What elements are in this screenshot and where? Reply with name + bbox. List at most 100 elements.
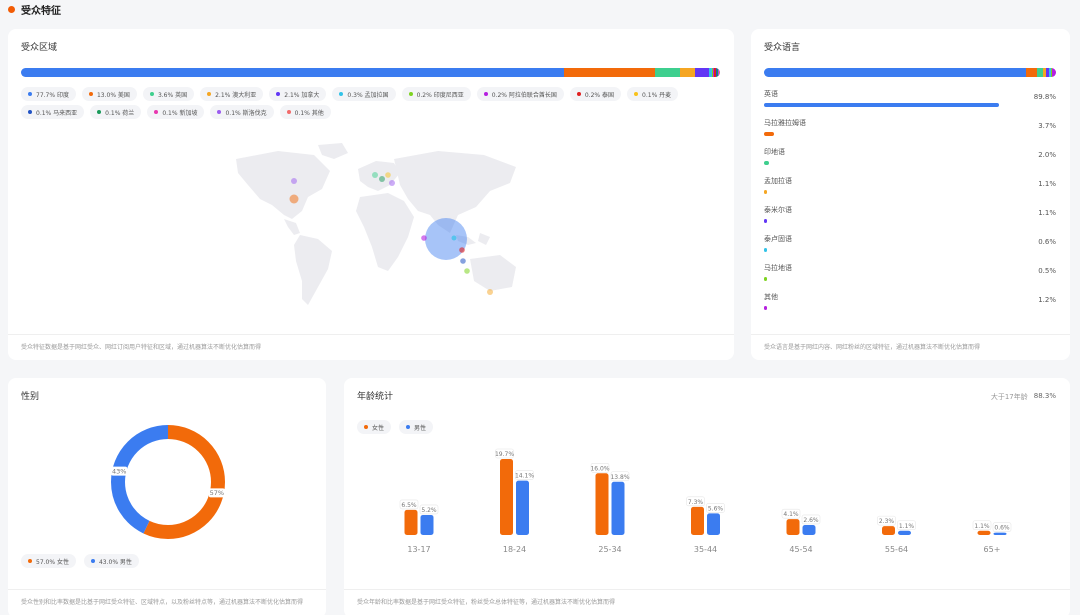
language-bar-fill bbox=[764, 103, 1000, 107]
language-name: 印地语 bbox=[764, 148, 785, 156]
region-legend-item[interactable]: 0.1% 斯洛伐克 bbox=[210, 105, 274, 119]
age-bar-male[interactable] bbox=[993, 532, 1007, 535]
region-legend-item[interactable]: 2.1% 加拿大 bbox=[269, 87, 327, 101]
language-percent: 3.7% bbox=[1038, 122, 1056, 130]
age-bar-value-label: 7.3% bbox=[688, 499, 704, 506]
age-legend: 女性 男性 bbox=[357, 420, 434, 434]
language-row[interactable]: 马拉雅拉姆语 3.7% bbox=[764, 118, 1056, 147]
language-bar-fill bbox=[764, 277, 767, 281]
language-name: 马拉雅拉姆语 bbox=[764, 119, 806, 127]
language-stack-bar[interactable] bbox=[764, 68, 1056, 77]
age-bar-female[interactable] bbox=[977, 530, 991, 535]
language-bar-track bbox=[764, 248, 1026, 252]
language-bar-track bbox=[764, 190, 1026, 194]
age-bar-male[interactable] bbox=[516, 480, 529, 535]
language-percent: 89.8% bbox=[1033, 93, 1056, 101]
age-legend-female[interactable]: 女性 bbox=[357, 420, 392, 434]
region-legend-item[interactable]: 77.7% 印度 bbox=[21, 87, 76, 101]
age-bar-value-label: 5.6% bbox=[708, 505, 724, 512]
language-stack-segment[interactable] bbox=[1052, 68, 1056, 77]
age-bar-female[interactable] bbox=[786, 519, 800, 535]
region-legend-label: 0.1% 其他 bbox=[294, 109, 324, 117]
age-category-label: 35-44 bbox=[694, 545, 717, 554]
region-stack-segment[interactable] bbox=[654, 68, 681, 77]
age-bar-value-label: 0.6% bbox=[994, 525, 1010, 532]
age-bar-value-label: 13.8% bbox=[610, 474, 629, 481]
language-row[interactable]: 泰米尔语 1.1% bbox=[764, 205, 1056, 234]
region-legend-label: 0.1% 新加坡 bbox=[162, 109, 198, 117]
language-stack-segment[interactable] bbox=[1026, 68, 1037, 77]
age-summary: 大于17年龄 88.3% bbox=[991, 392, 1056, 402]
age-bar-value-label: 1.1% bbox=[899, 523, 915, 530]
language-percent: 1.2% bbox=[1038, 296, 1056, 304]
language-bar-track bbox=[764, 277, 1026, 281]
gender-legend-male[interactable]: 43.0% 男性 bbox=[83, 554, 139, 568]
age-bar-male[interactable] bbox=[420, 514, 434, 535]
region-legend-item[interactable]: 0.1% 新加坡 bbox=[147, 105, 205, 119]
language-row[interactable]: 英语 89.8% bbox=[764, 89, 1056, 118]
region-legend-item[interactable]: 0.1% 丹麦 bbox=[627, 87, 679, 101]
language-stack-segment[interactable] bbox=[764, 68, 1027, 77]
age-card-footer: 受众年龄和比率数据是基于网红受众特征，粉丝受众总体特征等，通过机器算法不断优化估… bbox=[344, 589, 1070, 615]
language-row[interactable]: 印地语 2.0% bbox=[764, 147, 1056, 176]
region-legend-label: 0.1% 斯洛伐克 bbox=[225, 109, 267, 117]
region-legend-label: 0.1% 荷兰 bbox=[105, 109, 135, 117]
gender-legend-female[interactable]: 57.0% 女性 bbox=[21, 554, 76, 568]
region-legend-item[interactable]: 2.1% 澳大利亚 bbox=[200, 87, 264, 101]
age-bar-female[interactable] bbox=[404, 509, 418, 535]
region-legend-item[interactable]: 0.2% 印度尼西亚 bbox=[401, 87, 471, 101]
region-legend-item[interactable]: 0.1% 马来西亚 bbox=[21, 105, 85, 119]
language-row[interactable]: 其他 1.2% bbox=[764, 292, 1056, 321]
language-name: 泰卢固语 bbox=[764, 235, 792, 243]
region-stack-segment[interactable] bbox=[719, 68, 720, 77]
region-legend-item[interactable]: 0.3% 孟加拉国 bbox=[332, 87, 396, 101]
region-stack-bar[interactable] bbox=[21, 68, 720, 77]
region-stack-segment[interactable] bbox=[694, 68, 710, 77]
language-row[interactable]: 马拉地语 0.5% bbox=[764, 263, 1056, 292]
audience-region-card: 受众区域 77.7% 印度 13.0% 美国 3.6% 英国 2.1% 澳大利亚 2.1… bbox=[8, 29, 734, 360]
gender-donut[interactable]: 57% 43% bbox=[106, 420, 230, 544]
age-bar-male[interactable] bbox=[611, 481, 625, 535]
language-bar-track bbox=[764, 219, 1026, 223]
language-percent: 0.6% bbox=[1038, 238, 1056, 246]
female-legend-dot bbox=[28, 559, 32, 563]
age-bar-female[interactable] bbox=[691, 506, 704, 535]
region-stack-segment[interactable] bbox=[21, 68, 565, 77]
region-legend-item[interactable]: 0.2% 泰国 bbox=[569, 87, 622, 101]
language-percent: 1.1% bbox=[1038, 209, 1056, 217]
region-stack-segment[interactable] bbox=[680, 68, 695, 77]
region-legend-item[interactable]: 13.0% 美国 bbox=[81, 87, 137, 101]
age-bar-value-label: 14.1% bbox=[515, 473, 534, 480]
age-legend-male[interactable]: 男性 bbox=[399, 420, 434, 434]
region-legend-dot bbox=[88, 92, 93, 96]
region-stack-segment[interactable] bbox=[564, 68, 655, 77]
age-bar-female[interactable] bbox=[595, 473, 609, 535]
age-bar-female[interactable] bbox=[882, 526, 895, 535]
age-bar-male[interactable] bbox=[802, 524, 816, 535]
language-bar-track bbox=[764, 161, 1026, 165]
age-bar-value-label: 4.1% bbox=[783, 511, 799, 518]
language-bar-fill bbox=[764, 248, 767, 252]
region-legend-item[interactable]: 3.6% 英国 bbox=[142, 87, 195, 101]
language-name: 泰米尔语 bbox=[764, 206, 792, 214]
language-row[interactable]: 泰卢固语 0.6% bbox=[764, 234, 1056, 263]
region-legend-item[interactable]: 0.1% 其他 bbox=[279, 105, 331, 119]
region-legend-item[interactable]: 0.1% 荷兰 bbox=[90, 105, 142, 119]
age-bar-male[interactable] bbox=[707, 513, 720, 535]
language-bar-fill bbox=[764, 306, 768, 310]
world-map[interactable] bbox=[218, 141, 528, 317]
region-legend-item[interactable]: 0.2% 阿拉伯联合酋长国 bbox=[476, 87, 564, 101]
age-legend-female-label: 女性 bbox=[372, 424, 385, 432]
region-legend-label: 2.1% 澳大利亚 bbox=[215, 91, 257, 99]
age-summary-value: 88.3% bbox=[1033, 392, 1056, 400]
region-legend-dot bbox=[97, 110, 102, 114]
language-row[interactable]: 孟加拉语 1.1% bbox=[764, 176, 1056, 205]
age-bar-value-label: 2.6% bbox=[803, 517, 819, 524]
age-card: 年龄统计 大于17年龄 88.3% 女性 男性 6.5% 5.2% 13-17 19.… bbox=[344, 378, 1070, 615]
audience-language-card: 受众语言 英语 89.8% 马拉雅拉姆语 3.7% 印地语 2.0% 孟加拉语 1.1% 泰米尔… bbox=[751, 29, 1070, 360]
region-legend: 77.7% 印度 13.0% 美国 3.6% 英国 2.1% 澳大利亚 2.1% 加拿大… bbox=[21, 87, 721, 119]
language-name: 其他 bbox=[764, 293, 778, 301]
region-legend-dot bbox=[276, 92, 281, 96]
age-bar-female[interactable] bbox=[500, 459, 513, 535]
age-bar-male[interactable] bbox=[898, 530, 911, 535]
